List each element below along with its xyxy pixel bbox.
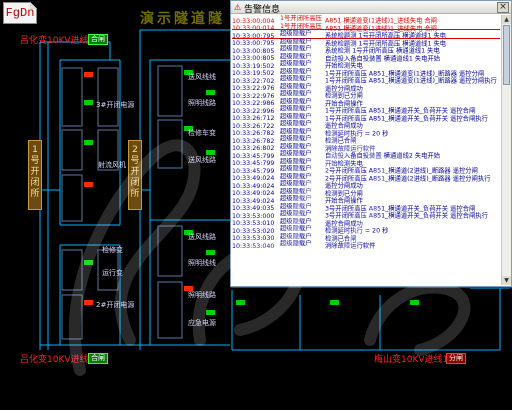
log-row[interactable]: 10:33:26:802 超级隐载户 消除故障运行软件 (232, 142, 500, 153)
scroll-thumb[interactable] (503, 25, 510, 85)
zone-label-mid[interactable]: 检修车变 (188, 128, 216, 138)
log-source: 超级隐载户 (280, 97, 312, 105)
log-row[interactable]: 10:33:53:020 超级隐载户 检测延时执行 = 20 秒 (232, 225, 500, 235)
log-row[interactable]: 10:33:22:702 超级隐载户 1号开闭所高压 A851_横通道变(1进线)_… (232, 75, 500, 85)
log-source: 超级隐载户 (280, 240, 312, 247)
log-row[interactable]: 10:33:22:976 超级隐载户 遥控分闸成功 (232, 82, 500, 93)
zone-label-left[interactable]: 检修变 (102, 245, 123, 255)
app-logo: FgDn (3, 2, 37, 24)
log-source: 超级隐载户 (280, 180, 312, 187)
bottom-right-feed-label: 梅山变10KV进线1 (374, 355, 449, 365)
scroll-down-icon[interactable]: ▼ (502, 276, 511, 285)
zone-label-mid[interactable]: 送风线路 (188, 155, 216, 165)
alert-icon: ⚠ (234, 3, 242, 12)
top-feed-state-button[interactable]: 合闸 (88, 34, 108, 45)
log-row[interactable]: 10:33:00:014 1号开闭所高压 A851 横通道变(1进线)1_进线失电 … (232, 22, 500, 33)
log-row[interactable]: 10:33:22:996 超级隐载户 1号开闭所高压 A851_横通道开关_负荷开关… (232, 105, 500, 115)
log-source: 超级隐载户 (280, 112, 312, 120)
log-row[interactable]: 10:33:22:986 超级隐载户 开始合闸操作 (232, 97, 500, 108)
log-source: 超级隐载户 (280, 82, 312, 90)
log-row[interactable]: 10:33:49:024 超级隐载户 2号开闭所高压 A851_横通道(2进线)_断… (232, 172, 500, 183)
top-feed-label: 吕化变10KV进线2 (20, 36, 95, 46)
log-source: 1号开闭所高压 (280, 22, 322, 30)
log-source: 超级隐载户 (280, 90, 312, 97)
zone-label-mid[interactable]: 照明线路 (188, 98, 216, 108)
log-source: 超级隐载户 (280, 60, 312, 67)
log-row[interactable]: 10:33:22:976 超级隐载户 检测到已分闸 (232, 90, 500, 100)
log-row[interactable]: 10:33:00:004 1号开闭所高压 A851 横通道变(1进线)1_进线失电 … (232, 15, 500, 25)
log-row[interactable]: 10:33:53:040 超级隐载户 消除故障运行软件 (232, 240, 500, 250)
log-source: 超级隐载户 (280, 30, 312, 37)
alert-window-title: 告警信息 (244, 5, 281, 15)
bottom-left-feed-state-button[interactable]: 合闸 (88, 353, 108, 364)
log-row[interactable]: 10:33:53:030 超级隐载户 检测已合闸 (232, 232, 500, 243)
log-source: 超级隐载户 (280, 157, 312, 165)
log-source: 超级隐载户 (280, 120, 312, 127)
log-source: 1号开闭所高压 (280, 15, 322, 22)
log-row[interactable]: 10:33:00:795 超级隐载户 系统检题测 1号开闭所高压 横通道线1 失电 (232, 29, 500, 40)
log-row[interactable]: 10:33:45:799 超级隐载户 开始检测失电 (232, 157, 500, 168)
alert-log-list[interactable]: 10:33:00:004 1号开闭所高压 A851 横通道变(1进线)1_进线失电 … (232, 15, 500, 285)
log-source: 超级隐载户 (280, 135, 312, 142)
mid-cabinets (157, 65, 183, 339)
bottom-left-feed-label: 吕化变10KV进线1 (20, 355, 95, 365)
log-source: 超级隐载户 (280, 165, 312, 172)
log-row[interactable]: 10:33:49:035 超级隐载户 3号开闭所高压 A851_横通道开关_负荷开关… (232, 202, 500, 213)
log-source: 超级隐载户 (280, 142, 312, 150)
log-source: 超级隐载户 (280, 232, 312, 240)
zone-label-left[interactable]: 射流风机 (98, 160, 126, 170)
vertical-scrollbar[interactable]: ▲ ▼ (501, 15, 511, 285)
log-row[interactable]: 10:33:53:000 超级隐载户 3号开闭所高压 A851_横通道开关_负荷开关… (232, 210, 500, 220)
zone-label-left[interactable]: 运行变 (102, 268, 123, 278)
log-source: 超级隐载户 (280, 225, 312, 232)
bottom-right-feed-state-button[interactable]: 分闸 (446, 353, 466, 364)
log-row[interactable]: 10:33:00:805 超级隐载户 系统检测 1号开闭所高压 横通道线1 失电 (232, 45, 500, 55)
log-row[interactable]: 10:33:49:024 超级隐载户 开始合闸操作 (232, 195, 500, 205)
log-source: 超级隐载户 (280, 202, 312, 210)
logo-text: FgDn (5, 6, 35, 20)
log-row[interactable]: 10:33:00:795 超级隐载户 系统检题测 1号开闭所高压 横通道线1 失电 (232, 37, 500, 48)
alert-window[interactable]: ⚠ 告警信息 × 10:33:00:004 1号开闭所高压 A851 横通道变(1进… (230, 0, 512, 287)
log-source: 超级隐载户 (280, 75, 312, 82)
zone-label-mid[interactable]: 送风线路 (188, 232, 216, 242)
zone-label-mid[interactable]: 照明线路 (188, 290, 216, 300)
zone-label-mid[interactable]: 送风线线 (188, 72, 216, 82)
log-source: 超级隐载户 (280, 217, 312, 225)
log-source: 超级隐载户 (280, 127, 312, 135)
scroll-up-icon[interactable]: ▲ (502, 15, 511, 24)
zone-label-left[interactable]: 3#开闭电源 (96, 100, 134, 110)
log-source: 超级隐载户 (280, 150, 312, 157)
log-row[interactable]: 10:33:26:712 超级隐载户 1号开闭所高压 A851_横通道开关_负荷开关… (232, 112, 500, 123)
log-row[interactable]: 10:33:26:782 超级隐载户 检测延时执行 = 20 秒 (232, 127, 500, 138)
log-source: 超级隐载户 (280, 45, 312, 52)
log-row[interactable]: 10:33:49:024 超级隐载户 遥控分闸成功 (232, 180, 500, 190)
left-station-label: 1号开闭所 (28, 140, 42, 210)
mid-station-label: 2号开闭所 (128, 140, 142, 210)
log-message: 消除故障运行软件 (325, 242, 376, 250)
log-row[interactable]: 10:33:00:805 超级隐载户 自动投入备自投装置 横通道线1 失电开始 (232, 52, 500, 63)
zone-label-left[interactable]: 2#开闭电源 (96, 300, 134, 310)
close-button[interactable]: × (497, 2, 509, 13)
log-row[interactable]: 10:33:19:502 超级隐载户 开始检测失电 (232, 60, 500, 70)
page-title: 演示隧道隧 (140, 11, 225, 27)
log-source: 超级隐载户 (280, 52, 312, 60)
log-source: 超级隐载户 (280, 195, 312, 202)
log-source: 超级隐载户 (280, 210, 312, 217)
log-row[interactable]: 10:33:45:799 超级隐载户 自动投入备自投装置 横通道线2 失电开始 (232, 150, 500, 160)
log-row[interactable]: 10:33:45:799 超级隐载户 2号开闭所高压 A851_横通道(2进线)_断… (232, 165, 500, 175)
log-source: 超级隐载户 (280, 187, 312, 195)
log-time: 10:33:53:040 (232, 242, 275, 250)
log-source: 超级隐载户 (280, 172, 312, 180)
log-row[interactable]: 10:33:19:502 超级隐载户 1号开闭所高压 A851_横通道变(1进线)_… (232, 67, 500, 78)
zone-label-mid[interactable]: 应急电源 (188, 318, 216, 328)
log-row[interactable]: 10:33:26:722 超级隐载户 遥控合闸成功 (232, 120, 500, 130)
log-row[interactable]: 10:33:49:024 超级隐载户 检测到已分闸 (232, 187, 500, 198)
log-source: 超级隐载户 (280, 67, 312, 75)
log-row[interactable]: 10:33:26:782 超级隐载户 检测已合闸 (232, 135, 500, 145)
log-source: 超级隐载户 (280, 105, 312, 112)
alert-window-titlebar[interactable]: ⚠ 告警信息 × (231, 1, 511, 15)
log-source: 超级隐载户 (280, 37, 312, 45)
log-row[interactable]: 10:33:53:010 超级隐载户 遥控合闸成功 (232, 217, 500, 228)
zone-label-mid[interactable]: 照明线线 (188, 258, 216, 268)
